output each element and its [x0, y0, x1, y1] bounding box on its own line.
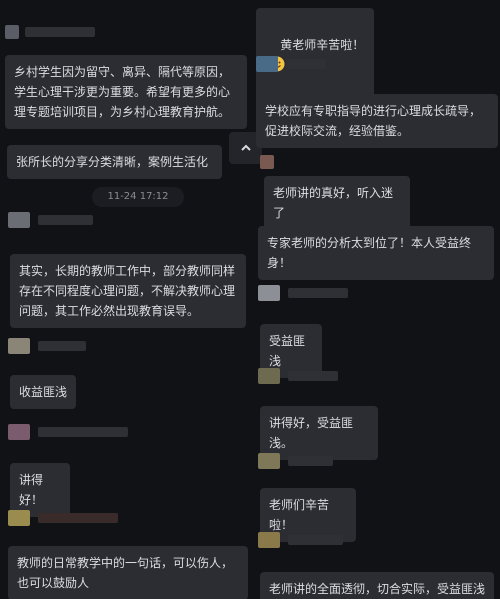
message-bubble: 收益匪浅: [10, 375, 76, 409]
sender-avatar-name: [256, 54, 356, 74]
sender-avatar-name: [8, 210, 108, 230]
message-bubble: 其实，长期的教师工作中，部分教师同样 存在不同程度心理问题，不解决教师心理 问题…: [10, 254, 246, 328]
sender-avatar-name: [258, 451, 358, 471]
sender-avatar-name: [8, 336, 108, 356]
sender-avatar-name: [258, 530, 358, 550]
chat-column-right: 黄老师辛苦啦！ 学校应有专职指导的进行心理成长疏导， 促进校际交流，经验借鉴。 …: [250, 0, 500, 599]
message-bubble: 乡村学生因为留守、离异、隔代等原因， 学生心理干涉更为重要。希望有更多的心 理专…: [5, 55, 247, 129]
sender-avatar-name: [258, 366, 358, 386]
message-bubble: 张所长的分享分类清晰，案例生活化: [7, 145, 222, 179]
sender-avatar-name: [5, 22, 125, 42]
sender-avatar-name: [260, 152, 340, 172]
message-bubble: 学校应有专职指导的进行心理成长疏导， 促进校际交流，经验借鉴。: [256, 94, 498, 148]
message-text: 黄老师辛苦啦！: [280, 38, 365, 52]
message-bubble: 教师的日常教学中的一句话，可以伤人， 也可以鼓励人: [8, 546, 248, 599]
sender-avatar-name: [258, 283, 358, 303]
message-bubble: 专家老师的分析太到位了！本人受益终 身！: [258, 226, 494, 280]
message-timestamp: 11-24 17:12: [92, 187, 184, 207]
message-bubble: 老师讲的全面透彻，切合实际，受益匪浅: [260, 572, 494, 599]
sender-avatar-name: [8, 422, 138, 442]
sender-avatar-name: [8, 508, 128, 528]
message-bubble: 老师讲的真好，听入迷了: [264, 176, 410, 230]
chat-column-left: 乡村学生因为留守、离异、隔代等原因， 学生心理干涉更为重要。希望有更多的心 理专…: [0, 0, 250, 599]
